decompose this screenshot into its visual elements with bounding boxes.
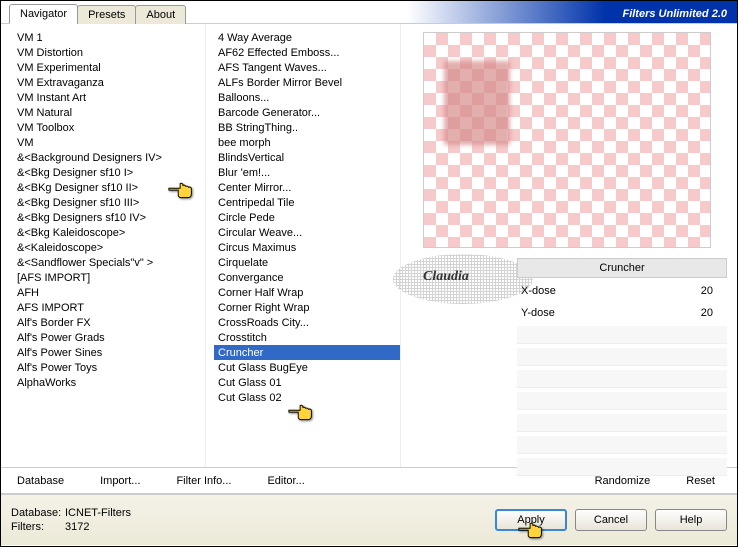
filter-item[interactable]: Cut Glass 01	[214, 375, 400, 390]
category-item[interactable]: VM Natural	[13, 105, 205, 120]
status-info: Database:ICNET-Filters Filters:3172	[11, 506, 131, 534]
param-value: 20	[687, 285, 717, 297]
category-item[interactable]: Alf's Power Toys	[13, 360, 205, 375]
category-item[interactable]: VM Experimental	[13, 60, 205, 75]
apply-button[interactable]: Apply	[495, 509, 567, 531]
param-row[interactable]: X-dose20	[517, 282, 727, 300]
param-value: 20	[687, 307, 717, 319]
category-item[interactable]: VM Instant Art	[13, 90, 205, 105]
filter-item[interactable]: AF62 Effected Emboss...	[214, 45, 400, 60]
toolbar-filter-info[interactable]: Filter Info...	[168, 471, 239, 491]
status-database-value: ICNET-Filters	[65, 506, 131, 520]
category-item[interactable]: VM Toolbox	[13, 120, 205, 135]
filter-item[interactable]: Corner Right Wrap	[214, 300, 400, 315]
toolbar-import[interactable]: Import...	[92, 471, 148, 491]
filter-item[interactable]: Circus Maximus	[214, 240, 400, 255]
category-item[interactable]: &<BKg Designer sf10 II>	[13, 180, 205, 195]
help-button[interactable]: Help	[655, 509, 727, 531]
param-empty-row	[517, 458, 727, 476]
filter-item[interactable]: AFS Tangent Waves...	[214, 60, 400, 75]
category-item[interactable]: &<Kaleidoscope>	[13, 240, 205, 255]
category-item[interactable]: Alf's Border FX	[13, 315, 205, 330]
category-item[interactable]: [AFS IMPORT]	[13, 270, 205, 285]
param-empty-row	[517, 326, 727, 344]
filter-item[interactable]: Circle Pede	[214, 210, 400, 225]
category-item[interactable]: VM Extravaganza	[13, 75, 205, 90]
filter-item[interactable]: bee morph	[214, 135, 400, 150]
filter-item[interactable]: 4 Way Average	[214, 30, 400, 45]
status-filters-value: 3172	[65, 520, 89, 534]
param-row[interactable]: Y-dose20	[517, 304, 727, 322]
param-label: X-dose	[517, 285, 687, 297]
category-item[interactable]: &<Bkg Designers sf10 IV>	[13, 210, 205, 225]
filter-item[interactable]: Cut Glass 02	[214, 390, 400, 405]
category-item[interactable]: &<Bkg Designer sf10 I>	[13, 165, 205, 180]
category-item[interactable]: AFS IMPORT	[13, 300, 205, 315]
preview-panel	[423, 32, 711, 248]
param-empty-row	[517, 436, 727, 454]
category-item[interactable]: Alf's Power Sines	[13, 345, 205, 360]
tab-presets[interactable]: Presets	[77, 5, 136, 24]
filter-item[interactable]: BlindsVertical	[214, 150, 400, 165]
filter-item[interactable]: Centripedal Tile	[214, 195, 400, 210]
toolbar-database[interactable]: Database	[9, 471, 72, 491]
category-item[interactable]: &<Bkg Designer sf10 III>	[13, 195, 205, 210]
filter-item[interactable]: Cirquelate	[214, 255, 400, 270]
current-filter-label: Cruncher	[517, 258, 727, 278]
category-item[interactable]: AFH	[13, 285, 205, 300]
filter-item[interactable]: Corner Half Wrap	[214, 285, 400, 300]
tab-navigator[interactable]: Navigator	[9, 4, 78, 24]
param-label: Y-dose	[517, 307, 687, 319]
filter-item[interactable]: Crosstitch	[214, 330, 400, 345]
watermark-stamp: Claudia	[393, 254, 533, 304]
category-item[interactable]: Alf's Power Grads	[13, 330, 205, 345]
param-empty-row	[517, 392, 727, 410]
filter-item[interactable]: Barcode Generator...	[214, 105, 400, 120]
category-item[interactable]: &<Bkg Kaleidoscope>	[13, 225, 205, 240]
cancel-button[interactable]: Cancel	[575, 509, 647, 531]
tab-about[interactable]: About	[135, 5, 186, 24]
filter-item[interactable]: CrossRoads City...	[214, 315, 400, 330]
category-list[interactable]: VM 1VM DistortionVM ExperimentalVM Extra…	[1, 24, 205, 460]
param-empty-row	[517, 348, 727, 366]
category-item[interactable]: AlphaWorks	[13, 375, 205, 390]
category-item[interactable]: VM	[13, 135, 205, 150]
filter-item[interactable]: Cruncher	[214, 345, 400, 360]
category-item[interactable]: &<Background Designers IV>	[13, 150, 205, 165]
param-empty-row	[517, 414, 727, 432]
filter-item[interactable]: ALFs Border Mirror Bevel	[214, 75, 400, 90]
filter-item[interactable]: Blur 'em!...	[214, 165, 400, 180]
filter-item[interactable]: Cut Glass BugEye	[214, 360, 400, 375]
filter-item[interactable]: Convergance	[214, 270, 400, 285]
tab-bar: Navigator Presets About	[9, 4, 185, 24]
category-item[interactable]: VM Distortion	[13, 45, 205, 60]
filter-item[interactable]: Balloons...	[214, 90, 400, 105]
param-empty-row	[517, 370, 727, 388]
category-item[interactable]: VM 1	[13, 30, 205, 45]
filter-item[interactable]: BB StringThing..	[214, 120, 400, 135]
filter-list[interactable]: 4 Way AverageAF62 Effected Emboss...AFS …	[206, 24, 400, 460]
filter-item[interactable]: Center Mirror...	[214, 180, 400, 195]
category-item[interactable]: &<Sandflower Specials"v" >	[13, 255, 205, 270]
filter-item[interactable]: Circular Weave...	[214, 225, 400, 240]
toolbar-editor[interactable]: Editor...	[259, 471, 312, 491]
